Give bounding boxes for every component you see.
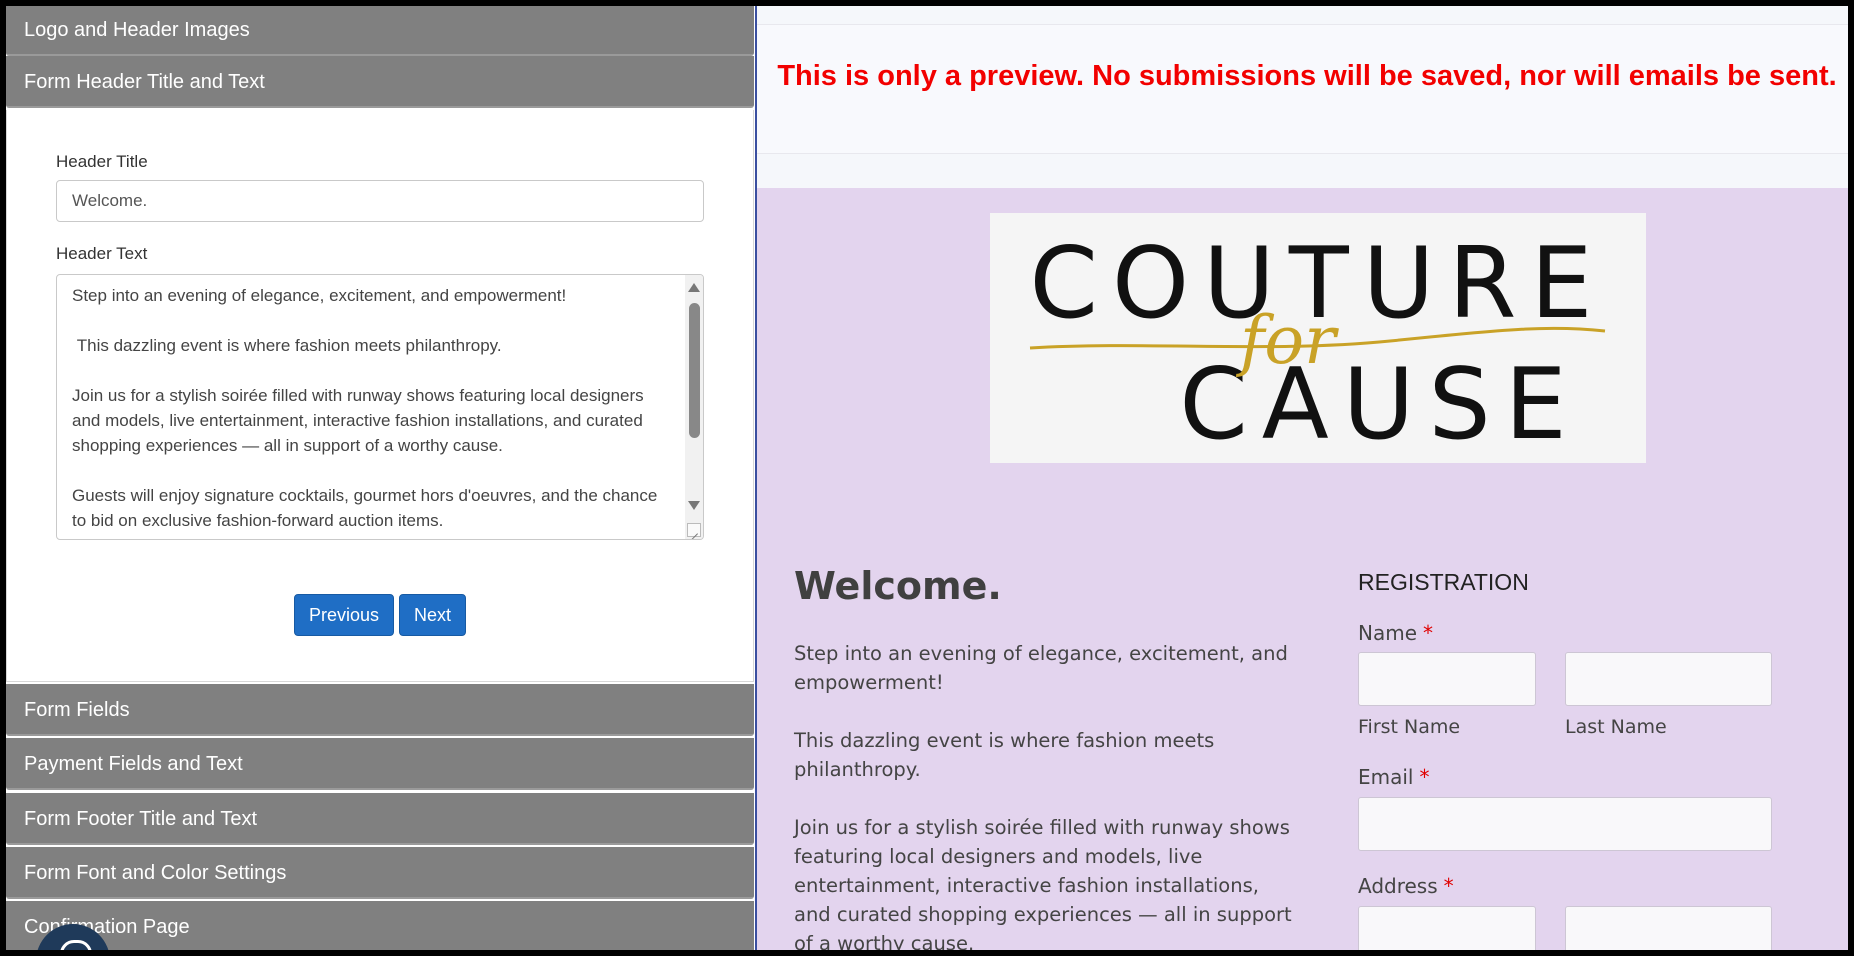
email-field-label: Email * xyxy=(1358,765,1430,789)
address-label-text: Address xyxy=(1358,874,1438,898)
email-label-text: Email xyxy=(1358,765,1414,789)
section-form-footer[interactable]: Form Footer Title and Text xyxy=(6,793,754,845)
header-text-textarea[interactable]: Step into an evening of elegance, excite… xyxy=(56,274,704,540)
resize-grip-icon[interactable] xyxy=(687,523,701,537)
address-field-label: Address * xyxy=(1358,874,1454,898)
name-label-text: Name xyxy=(1358,621,1418,645)
last-name-sublabel: Last Name xyxy=(1565,716,1667,738)
app-frame: Logo and Header Images Form Header Title… xyxy=(6,6,1848,950)
address-line-2-input[interactable] xyxy=(1565,906,1772,950)
section-form-fields[interactable]: Form Fields xyxy=(6,684,754,736)
logo-for-text: for xyxy=(1235,302,1339,379)
scroll-down-arrow-icon[interactable] xyxy=(688,501,700,510)
scroll-up-arrow-icon[interactable] xyxy=(688,283,700,292)
section-font-color[interactable]: Form Font and Color Settings xyxy=(6,847,754,899)
couture-for-cause-logo: COUTURE CAUSE for xyxy=(990,213,1646,463)
logo-graphic: COUTURE CAUSE for xyxy=(1030,227,1606,462)
next-button[interactable]: Next xyxy=(399,594,467,636)
section-payment-fields[interactable]: Payment Fields and Text xyxy=(6,738,754,790)
address-line-input[interactable] xyxy=(1358,906,1536,950)
email-input[interactable] xyxy=(1358,797,1772,851)
header-text-content: Step into an evening of elegance, excite… xyxy=(72,286,658,530)
preview-notice-bar: This is only a preview. No submissions w… xyxy=(757,24,1848,154)
form-header-section-body: Header Title Header Text Step into an ev… xyxy=(6,110,754,682)
form-header-text: Step into an evening of elegance, excite… xyxy=(794,642,1292,950)
form-editor-panel: Logo and Header Images Form Header Title… xyxy=(6,6,755,950)
textarea-scrollbar[interactable] xyxy=(685,275,703,539)
form-preview: This is only a preview. No submissions w… xyxy=(757,6,1848,950)
section-confirmation-page[interactable]: Confirmation Page xyxy=(6,901,754,950)
required-mark: * xyxy=(1423,621,1434,645)
first-name-sublabel: First Name xyxy=(1358,716,1461,738)
scrollbar-thumb[interactable] xyxy=(689,303,700,438)
header-text-label: Header Text xyxy=(56,244,148,263)
header-title-input[interactable] xyxy=(56,180,704,222)
section-logo-header-images[interactable]: Logo and Header Images xyxy=(6,6,754,56)
section-form-header[interactable]: Form Header Title and Text xyxy=(6,56,754,108)
header-title-label: Header Title xyxy=(56,152,148,171)
name-field-label: Name * xyxy=(1358,621,1433,645)
required-mark: * xyxy=(1443,874,1454,898)
previous-button[interactable]: Previous xyxy=(294,594,395,636)
preview-notice-text: This is only a preview. No submissions w… xyxy=(777,60,1837,92)
required-mark: * xyxy=(1419,765,1430,789)
registration-title: REGISTRATION xyxy=(1358,569,1529,595)
last-name-input[interactable] xyxy=(1565,652,1772,706)
form-header-title: Welcome. xyxy=(794,564,1002,608)
first-name-input[interactable] xyxy=(1358,652,1536,706)
